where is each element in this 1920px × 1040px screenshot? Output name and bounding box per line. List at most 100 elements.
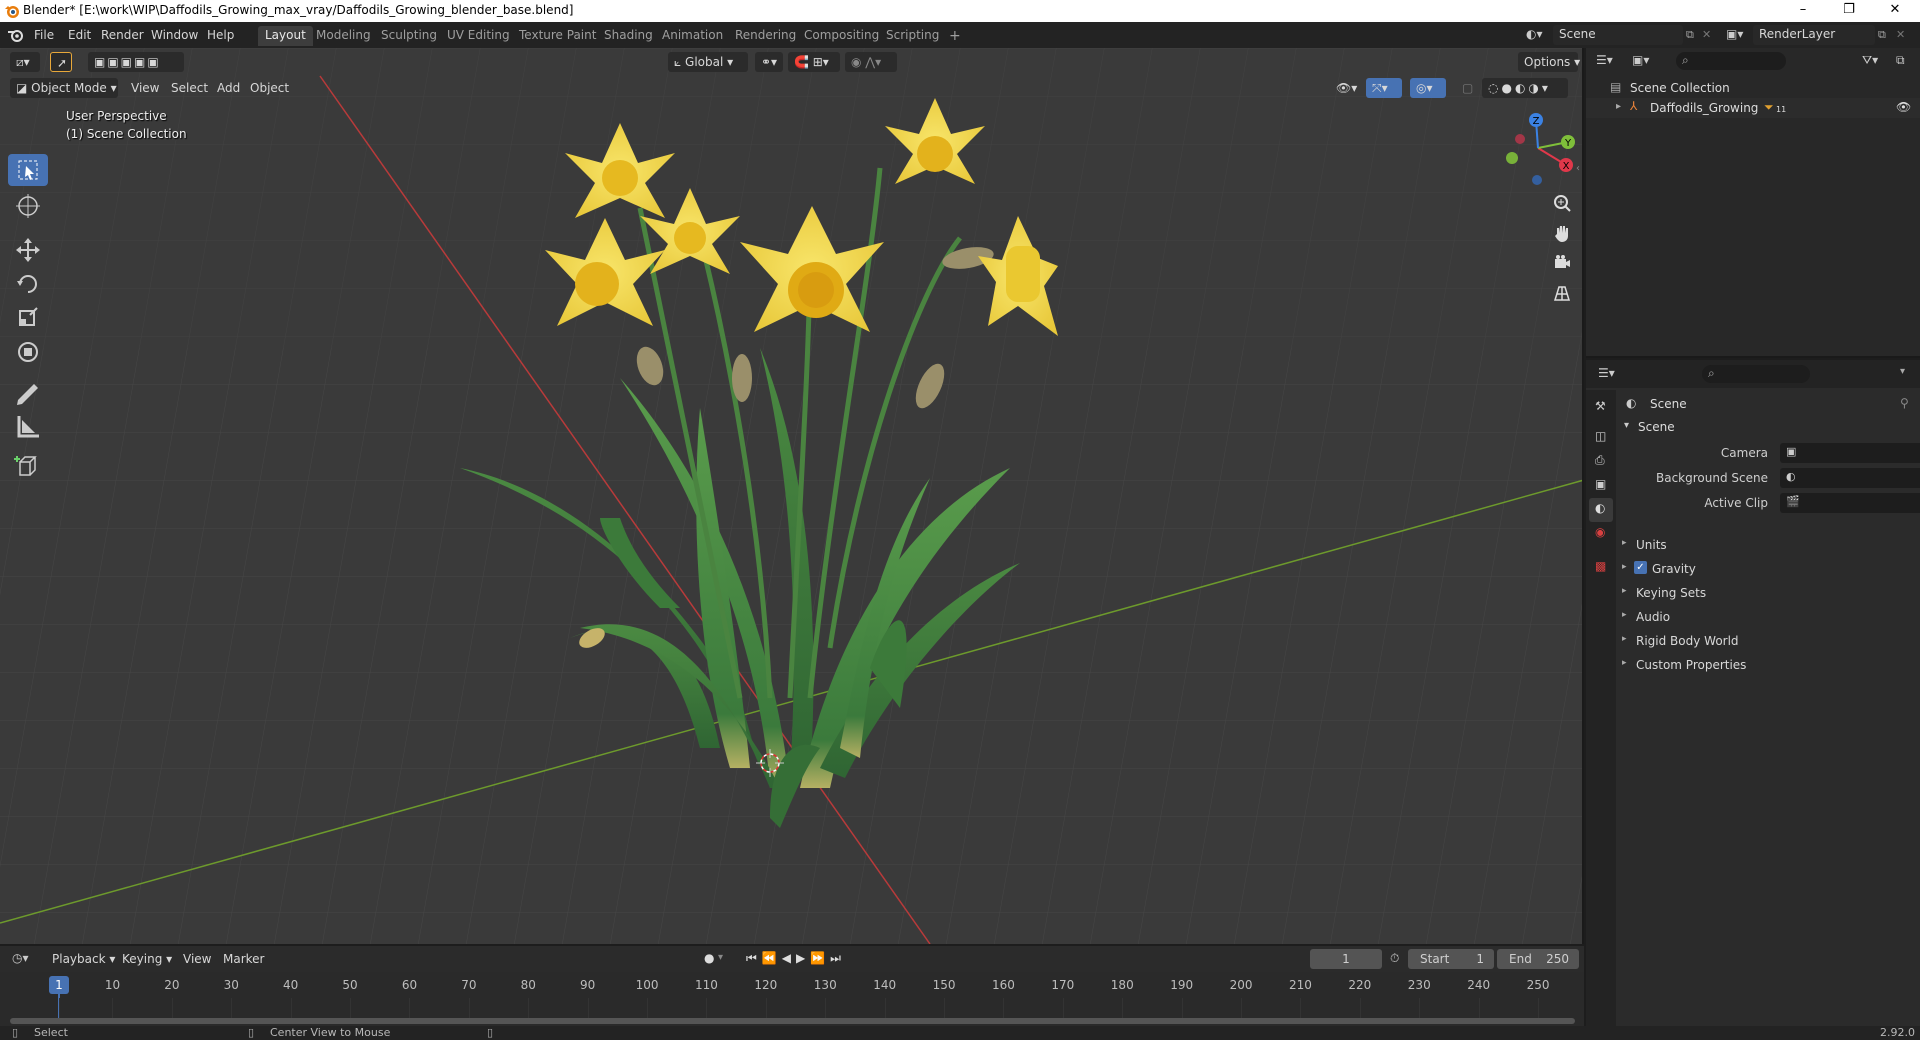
record-icon[interactable]: ● <box>704 951 714 965</box>
close-button[interactable]: ✕ <box>1872 0 1918 22</box>
gravity-panel-header[interactable]: ▸ ✓ Gravity <box>1622 560 1914 580</box>
playback-menu[interactable]: Playback ▾ <box>46 949 115 969</box>
viewport-menu-object[interactable]: Object <box>250 81 289 95</box>
tab-animation[interactable]: Animation <box>655 26 730 46</box>
active-clip-field[interactable]: 🎬 <box>1780 493 1920 513</box>
editor-type-icon[interactable]: ⧄▾ <box>10 52 40 72</box>
gravity-checkbox[interactable]: ✓ <box>1634 561 1647 574</box>
texture-tab-icon[interactable]: ▩ <box>1589 556 1613 580</box>
pan-hand-icon[interactable] <box>1549 220 1575 246</box>
visibility-eye-icon[interactable]: 👁 <box>1896 100 1911 114</box>
menu-window[interactable]: Window <box>151 28 198 42</box>
expand-arrow-icon[interactable]: ▸ <box>1616 101 1621 112</box>
scene-field[interactable]: Scene <box>1553 25 1683 45</box>
audio-panel-header[interactable]: ▸ Audio <box>1622 608 1914 628</box>
proportional-edit-icon[interactable]: ◉ ⋀▾ <box>845 52 897 72</box>
properties-options-icon[interactable]: ▾ <box>1900 366 1905 377</box>
selection-mode-icons[interactable]: ▣▣▣▣▣ <box>88 52 184 72</box>
visibility-icon[interactable]: 👁▾ <box>1330 78 1360 98</box>
tab-modeling[interactable]: Modeling <box>309 26 378 46</box>
timeline-menu-view[interactable]: View <box>183 952 211 966</box>
viewport-menu-view[interactable]: View <box>131 81 159 95</box>
new-scene-icon[interactable]: ⧉ <box>1686 28 1694 42</box>
maximize-button[interactable]: ❐ <box>1826 0 1872 22</box>
view-layer-icon[interactable]: ▣▾ <box>1726 27 1752 43</box>
filter-icon[interactable]: ⛛▾ <box>1862 53 1878 68</box>
camera-field[interactable]: ▣ ✎ <box>1780 443 1920 463</box>
render-layer-field[interactable]: RenderLayer <box>1753 25 1875 45</box>
select-tool-icon[interactable]: ➚ <box>50 52 72 72</box>
scene-tab-icon[interactable]: ◐ <box>1589 498 1613 522</box>
delete-scene-icon[interactable]: ✕ <box>1702 28 1711 41</box>
delete-view-layer-icon[interactable]: ✕ <box>1896 28 1905 41</box>
pin-icon[interactable]: ⚲ <box>1900 396 1909 410</box>
render-tab-icon[interactable]: ◫ <box>1589 426 1613 450</box>
measure-tool-icon[interactable] <box>8 410 48 442</box>
outliner-editor-type-icon[interactable]: ☰▾ <box>1596 53 1613 67</box>
outliner-row-daffodils[interactable]: ▸ ⅄ Daffodils_Growing ⏷ 11 👁 <box>1586 98 1920 118</box>
playback-controls[interactable]: ⏮⏪◀▶⏩⏭ <box>746 951 846 966</box>
keying-menu[interactable]: Keying ▾ <box>116 949 176 969</box>
current-frame-field[interactable]: 1 <box>1310 949 1382 969</box>
add-workspace-button[interactable]: + <box>942 26 968 46</box>
camera-view-icon[interactable] <box>1549 250 1575 276</box>
options-dropdown[interactable]: Options ▾ <box>1518 52 1580 72</box>
end-frame-field[interactable]: End 250 <box>1497 949 1579 969</box>
new-view-layer-icon[interactable]: ⧉ <box>1878 28 1886 42</box>
tab-compositing[interactable]: Compositing <box>797 26 886 46</box>
keying-sets-panel-header[interactable]: ▸ Keying Sets <box>1622 584 1914 604</box>
overlays-toggle-icon[interactable]: ◎▾ <box>1410 78 1446 98</box>
rotate-tool-icon[interactable] <box>8 268 48 300</box>
menu-render[interactable]: Render <box>101 28 144 42</box>
viewport-menu-add[interactable]: Add <box>217 81 240 95</box>
transform-tool-icon[interactable] <box>8 336 48 368</box>
gizmo-toggle-icon[interactable]: ⤧▾ <box>1366 78 1402 98</box>
rigid-body-world-panel-header[interactable]: ▸ Rigid Body World <box>1622 632 1914 652</box>
record-options-icon[interactable]: ▾ <box>718 952 723 963</box>
display-mode-icon[interactable]: ▣▾ <box>1632 53 1649 67</box>
output-tab-icon[interactable]: ⎙ <box>1589 450 1613 474</box>
scene-section-header[interactable]: ▾ Scene <box>1618 416 1920 438</box>
timeline-menu-marker[interactable]: Marker <box>223 952 264 966</box>
select-box-tool-icon[interactable] <box>8 154 48 186</box>
view-layer-tab-icon[interactable]: ▣ <box>1589 474 1613 498</box>
snap-icon[interactable]: 🧲 ⊞▾ <box>788 52 840 72</box>
add-cube-tool-icon[interactable] <box>8 450 48 482</box>
ortho-grid-icon[interactable] <box>1549 280 1575 306</box>
custom-properties-panel-header[interactable]: ▸ Custom Properties <box>1622 656 1914 676</box>
sidebar-toggle-icon[interactable]: ‹ <box>1576 163 1582 183</box>
viewport-menu-select[interactable]: Select <box>171 81 208 95</box>
move-tool-icon[interactable] <box>8 234 48 266</box>
3d-viewport[interactable]: ⧄▾ ➚ ▣▣▣▣▣ ⟀ Global ▾ ⚭▾ 🧲 ⊞▾ ◉ ⋀▾ Optio… <box>0 48 1584 944</box>
scene-selector-icon[interactable]: ◐▾ <box>1526 27 1552 43</box>
pivot-point-icon[interactable]: ⚭▾ <box>755 52 783 72</box>
menu-file[interactable]: File <box>34 28 54 42</box>
zoom-icon[interactable] <box>1549 190 1575 216</box>
menu-edit[interactable]: Edit <box>68 28 91 42</box>
world-tab-icon[interactable]: ◉ <box>1589 522 1613 546</box>
menu-help[interactable]: Help <box>207 28 234 42</box>
tool-tab-icon[interactable]: ⚒ <box>1589 396 1613 420</box>
navigation-gizmo[interactable]: X Y Z <box>1498 108 1578 188</box>
tab-shading[interactable]: Shading <box>597 26 660 46</box>
orientation-dropdown[interactable]: ⟀ Global ▾ <box>668 52 748 72</box>
cursor-tool-icon[interactable] <box>8 190 48 222</box>
mode-dropdown[interactable]: ◪ Object Mode ▾ <box>10 78 118 98</box>
annotate-tool-icon[interactable] <box>8 376 48 408</box>
shading-mode-icons[interactable]: ◌●◐◑▾ <box>1482 78 1568 98</box>
tab-scripting[interactable]: Scripting <box>879 26 946 46</box>
outliner-row-scene-collection[interactable]: ▤ Scene Collection <box>1586 78 1920 98</box>
start-frame-field[interactable]: Start 1 <box>1408 949 1494 969</box>
tab-sculpting[interactable]: Sculpting <box>374 26 444 46</box>
tab-uv-editing[interactable]: UV Editing <box>440 26 517 46</box>
properties-search-input[interactable]: ⌕ <box>1702 365 1810 383</box>
tab-layout[interactable]: Layout <box>258 26 313 46</box>
minimize-button[interactable]: – <box>1780 0 1826 22</box>
outliner-search-input[interactable]: ⌕ <box>1676 52 1786 70</box>
xray-icon[interactable]: ▢ <box>1456 78 1478 98</box>
background-scene-field[interactable]: ◐ <box>1780 468 1920 488</box>
timeline-editor-type-icon[interactable]: ◷▾ <box>12 951 29 965</box>
tab-rendering[interactable]: Rendering <box>728 26 803 46</box>
tab-texture-paint[interactable]: Texture Paint <box>512 26 603 46</box>
timeline-scrollbar[interactable] <box>10 1018 1575 1024</box>
